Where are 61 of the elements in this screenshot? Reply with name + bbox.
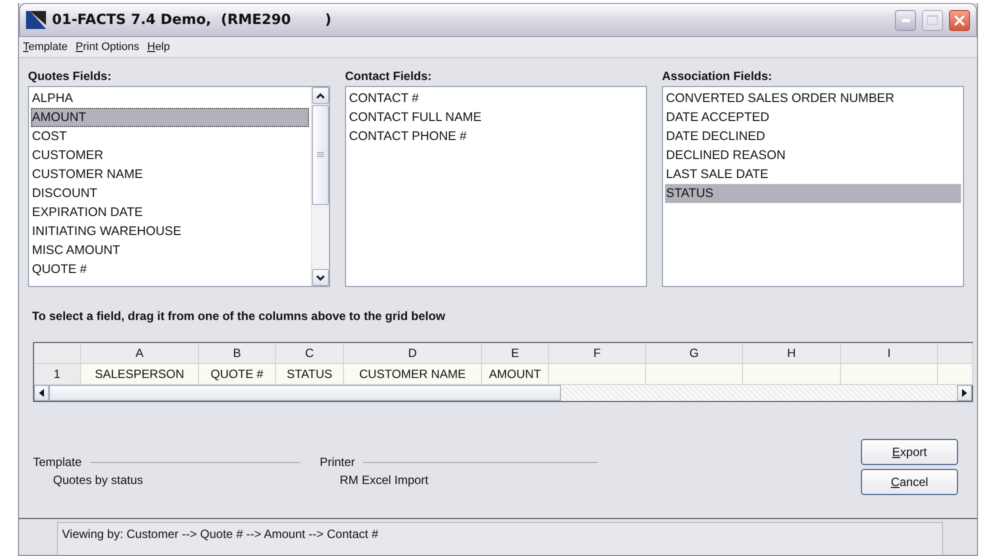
column-header[interactable]: A <box>81 343 199 364</box>
group-label: Printer <box>320 455 356 469</box>
column-header[interactable] <box>938 343 973 364</box>
grid-cell: SALESPERSON <box>81 364 199 385</box>
instruction-text: To select a field, drag it from one of the columns above to the grid below <box>32 309 446 323</box>
column-header[interactable]: C <box>276 343 344 364</box>
group-label: Template <box>33 455 82 469</box>
list-item[interactable]: CONTACT PHONE # <box>348 127 644 146</box>
right-arrow-icon <box>962 389 967 397</box>
maximize-icon <box>927 15 938 25</box>
close-icon <box>954 14 965 26</box>
column-header[interactable]: E <box>482 343 549 364</box>
column-header[interactable]: H <box>743 343 841 364</box>
column-header[interactable]: G <box>646 343 743 364</box>
list-item[interactable]: STATUS <box>665 184 961 203</box>
close-button[interactable] <box>949 10 970 30</box>
list-item[interactable]: DISCOUNT <box>31 184 309 203</box>
list-item[interactable]: INITIATING WAREHOUSE <box>31 222 309 241</box>
left-arrow-icon <box>39 389 44 397</box>
list-item[interactable]: LAST SALE DATE <box>665 165 961 184</box>
column-header[interactable]: I <box>841 343 938 364</box>
menu-item[interactable]: Template <box>23 41 68 53</box>
grid-cell: QUOTE # <box>199 364 276 385</box>
list-item[interactable]: MISC AMOUNT <box>31 241 309 260</box>
grid-cell: STATUS <box>276 364 344 385</box>
row-header: 1 <box>34 364 81 385</box>
window-title: 01-FACTS 7.4 Demo, (RME290 ) <box>52 12 332 28</box>
template-name: Quotes by status <box>52 473 144 487</box>
horizontal-scrollbar[interactable] <box>34 385 972 401</box>
list-label: Quotes Fields: <box>28 69 112 84</box>
list-item[interactable]: EXPIRATION DATE <box>31 203 309 222</box>
list-label: Contact Fields: <box>345 69 433 84</box>
corner-cell <box>34 343 81 364</box>
list-item[interactable]: DECLINED REASON <box>665 146 961 165</box>
printer-name: RM Excel Import <box>338 473 430 487</box>
list-item[interactable]: COST <box>31 127 309 146</box>
minimize-button[interactable] <box>895 10 916 30</box>
list-item[interactable]: AMOUNT <box>31 108 309 127</box>
list-item[interactable]: DATE DECLINED <box>665 127 961 146</box>
list-item[interactable]: CUSTOMER NAME <box>31 165 309 184</box>
menu-item[interactable]: Print Options <box>76 41 140 53</box>
scrollbar[interactable] <box>311 87 329 286</box>
logo-icon <box>26 11 46 29</box>
menu-item[interactable]: Help <box>147 41 170 53</box>
column-header[interactable]: F <box>549 343 646 364</box>
list-item[interactable]: QUOTE # <box>31 260 309 279</box>
column-header[interactable]: B <box>199 343 276 364</box>
grid-cell: AMOUNT <box>482 364 549 385</box>
dialog-button[interactable]: Cancel <box>861 469 958 495</box>
grid-cell: CUSTOMER NAME <box>344 364 482 385</box>
dialog-button[interactable]: Export <box>861 439 958 465</box>
column-header[interactable]: D <box>344 343 482 364</box>
list-item[interactable]: CONTACT # <box>348 89 644 108</box>
status-bar: Viewing by: Customer --> Quote # --> Amount --> Contact # <box>57 522 943 555</box>
list-item[interactable]: ALPHA <box>31 89 309 108</box>
list-item[interactable]: DATE ACCEPTED <box>665 108 961 127</box>
grip-icon <box>317 152 324 158</box>
list-label: Association Fields: <box>662 69 774 84</box>
list-item[interactable]: CONTACT FULL NAME <box>348 108 644 127</box>
list-item[interactable]: CUSTOMER <box>31 146 309 165</box>
list-item[interactable]: CONVERTED SALES ORDER NUMBER <box>665 89 961 108</box>
